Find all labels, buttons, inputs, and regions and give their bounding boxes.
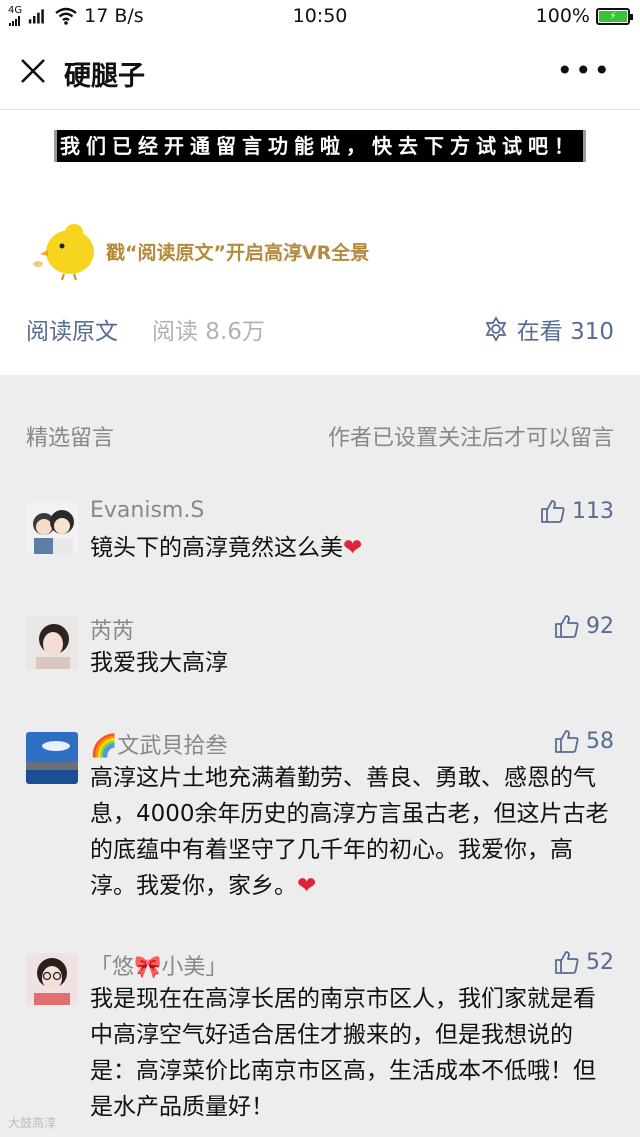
like-button[interactable]: 58 xyxy=(554,728,614,754)
avatar[interactable] xyxy=(26,502,78,554)
more-options-icon[interactable]: ••• xyxy=(556,54,612,87)
avatar[interactable] xyxy=(26,953,78,1005)
comment-body: 镜头下的高淳竟然这么美 xyxy=(90,535,343,561)
featured-comments-label: 精选留言 xyxy=(26,426,115,451)
comment-permission-note: 作者已设置关注后才可以留言 xyxy=(327,426,614,451)
close-icon[interactable] xyxy=(18,56,48,86)
watermark: 大鼓高淳 xyxy=(8,1116,57,1130)
article-stats: 阅读原文 阅读 8.6万 在看 310 xyxy=(26,312,614,348)
page-title: 硬腿子 xyxy=(64,61,145,92)
battery-percent: 100% xyxy=(535,5,590,27)
avatar[interactable] xyxy=(26,617,78,669)
comment-body: 我爱我大高淳 xyxy=(90,650,228,676)
like-button[interactable]: 113 xyxy=(540,498,614,524)
like-count: 92 xyxy=(586,613,614,639)
comment-item: 芮芮 92 我爱我大高淳 xyxy=(26,614,614,687)
thumbs-up-icon xyxy=(555,951,579,974)
like-button[interactable]: 52 xyxy=(554,949,614,975)
vr-promo-text: 戳“阅读原文”开启高淳VR全景 xyxy=(106,241,370,264)
thumbs-up-icon xyxy=(541,500,565,523)
like-count: 52 xyxy=(586,949,614,975)
like-button[interactable]: 92 xyxy=(554,613,614,639)
read-original-link[interactable]: 阅读原文 xyxy=(26,312,118,346)
comment-notice-banner: 我们已经开通留言功能啦，快去下方试试吧！ xyxy=(54,130,586,162)
comment-author: Evanism.S xyxy=(90,498,205,523)
comment-text: 镜头下的高淳竟然这么美❤ xyxy=(90,530,614,566)
comment-author: 芮芮 xyxy=(90,619,135,644)
avatar-image xyxy=(26,502,78,554)
avatar-image xyxy=(26,617,78,669)
read-count: 阅读 8.6万 xyxy=(152,319,265,345)
avatar-image xyxy=(26,953,78,1005)
nav-bar: 硬腿子 ••• xyxy=(0,34,640,110)
comment-body: 我是现在在高淳长居的南京市区人，我们家就是看中高淳空气好适合居住才搬来的，但是我… xyxy=(90,986,596,1120)
status-bar: 4G 17 B/s 10:50 100% ⚡ xyxy=(0,0,640,34)
watching-count: 在看 310 xyxy=(516,319,614,345)
like-count: 113 xyxy=(572,498,614,524)
article-footer: 我们已经开通留言功能啦，快去下方试试吧！ 戳“阅读原文”开启高淳VR全景 阅读原… xyxy=(0,110,640,375)
avatar-image xyxy=(26,732,78,784)
heart-emoji: ❤ xyxy=(343,535,363,561)
comment-item: Evanism.S 113 镜头下的高淳竟然这么美❤ xyxy=(26,498,614,572)
comment-author: 🌈文武貝拾叁 xyxy=(90,734,228,759)
avatar[interactable] xyxy=(26,732,78,784)
heart-emoji: ❤ xyxy=(297,873,317,899)
chick-icon xyxy=(33,224,94,281)
comment-text: 我爱我大高淳 xyxy=(90,645,614,681)
comment-text: 高淳这片土地充满着勤劳、善良、勇敢、感恩的气息，4000余年历史的高淳方言虽古老… xyxy=(90,760,614,904)
comment-body: 高淳这片土地充满着勤劳、善良、勇敢、感恩的气息，4000余年历史的高淳方言虽古老… xyxy=(90,765,609,899)
comment-text: 我是现在在高淳长居的南京市区人，我们家就是看中高淳空气好适合居住才搬来的，但是我… xyxy=(90,981,614,1125)
watching-flower-icon xyxy=(485,316,507,342)
like-count: 58 xyxy=(586,728,614,754)
comment-item: 🌈文武貝拾叁 58 高淳这片土地充满着勤劳、善良、勇敢、感恩的气息，4000余年… xyxy=(26,729,614,904)
watching-button[interactable]: 在看 310 xyxy=(483,312,614,346)
thumbs-up-icon xyxy=(555,615,579,638)
status-right: 100% ⚡ xyxy=(535,5,633,27)
comment-item: 「悠🎀小美」 52 我是现在在高淳长居的南京市区人，我们家就是看中高淳空气好适合… xyxy=(26,950,614,1125)
battery-fill: ⚡ xyxy=(599,10,627,22)
vr-promo: 戳“阅读原文”开启高淳VR全景 xyxy=(30,220,369,282)
comment-author: 「悠🎀小美」 xyxy=(90,955,228,980)
battery-icon: ⚡ xyxy=(596,7,633,25)
comments-header: 精选留言 作者已设置关注后才可以留言 xyxy=(26,420,614,452)
thumbs-up-icon xyxy=(555,730,579,753)
